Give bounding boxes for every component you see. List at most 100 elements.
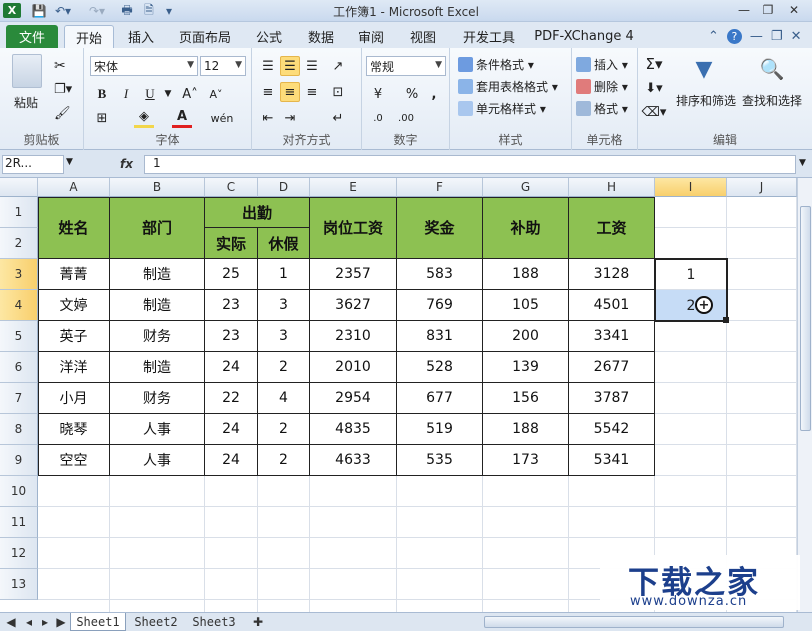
chevron-down-icon[interactable]: ▼: [158, 84, 178, 104]
window-close-icon[interactable]: ✕: [791, 29, 802, 44]
merge-center-icon[interactable]: ⊡: [328, 82, 348, 102]
conditional-format-button[interactable]: 条件格式 ▾: [458, 56, 534, 73]
expand-formula-icon[interactable]: ▼: [799, 158, 806, 168]
wrap-text-icon[interactable]: ↵: [328, 108, 348, 128]
bold-icon[interactable]: B: [92, 84, 112, 104]
tab-data[interactable]: 数据: [300, 25, 342, 48]
paste-icon[interactable]: [12, 54, 42, 88]
cell-styles-button[interactable]: 单元格样式 ▾: [458, 100, 546, 117]
prev-sheet-icon[interactable]: ◂: [22, 613, 36, 631]
column-header-c[interactable]: C: [205, 178, 258, 197]
align-bottom-icon[interactable]: ☰: [302, 56, 322, 76]
column-header-d[interactable]: D: [258, 178, 310, 197]
formula-input[interactable]: 1: [144, 155, 796, 174]
tab-file[interactable]: 文件: [6, 25, 58, 48]
currency-icon[interactable]: ¥: [368, 84, 388, 104]
italic-icon[interactable]: I: [116, 84, 136, 104]
row-header-2[interactable]: 2: [0, 228, 38, 259]
font-size-select[interactable]: 12 ▼: [200, 56, 246, 76]
comma-icon[interactable]: ,: [424, 84, 444, 104]
phonetic-icon[interactable]: wén: [211, 108, 234, 128]
align-right-icon[interactable]: ≡: [302, 82, 322, 102]
delete-button[interactable]: 删除 ▾: [576, 78, 628, 95]
row-header-13[interactable]: 13: [0, 569, 38, 600]
decrease-decimal-icon[interactable]: .00: [396, 108, 416, 128]
tab-developer[interactable]: 开发工具: [456, 25, 522, 48]
border-icon[interactable]: ⊞: [92, 108, 112, 128]
insert-sheet-icon[interactable]: ✚: [248, 613, 268, 631]
decrease-indent-icon[interactable]: ⇤: [258, 108, 278, 128]
tab-review[interactable]: 审阅: [350, 25, 392, 48]
select-all-corner[interactable]: [0, 178, 38, 197]
tab-pdf-xchange[interactable]: PDF-XChange 4: [532, 25, 636, 48]
cell-i4[interactable]: 2: [655, 290, 727, 321]
row-header-11[interactable]: 11: [0, 507, 38, 538]
column-header-b[interactable]: B: [110, 178, 205, 197]
find-select-icon[interactable]: 🔍: [758, 54, 786, 84]
increase-decimal-icon[interactable]: .0: [368, 108, 388, 128]
decrease-font-icon[interactable]: A˅: [206, 84, 226, 104]
row-header-5[interactable]: 5: [0, 321, 38, 352]
align-middle-icon[interactable]: ☰: [280, 56, 300, 76]
find-select-button[interactable]: 查找和选择: [742, 92, 802, 109]
row-header-3[interactable]: 3: [0, 259, 38, 290]
fill-color-icon[interactable]: ◈: [134, 108, 154, 128]
tab-formulas[interactable]: 公式: [248, 25, 290, 48]
close-icon[interactable]: ✕: [782, 1, 806, 19]
cell-i3[interactable]: 1: [655, 259, 727, 290]
first-sheet-icon[interactable]: ◀: [4, 613, 18, 631]
next-sheet-icon[interactable]: ▸: [38, 613, 52, 631]
copy-icon[interactable]: ❐▾: [54, 82, 72, 97]
sheet-tab-sheet3[interactable]: Sheet3: [186, 613, 242, 631]
last-sheet-icon[interactable]: ▶: [54, 613, 68, 631]
column-header-g[interactable]: G: [483, 178, 569, 197]
column-header-j[interactable]: J: [727, 178, 797, 197]
row-header-6[interactable]: 6: [0, 352, 38, 383]
cut-icon[interactable]: ✂: [54, 58, 66, 74]
column-header-i[interactable]: I: [655, 178, 727, 197]
column-header-h[interactable]: H: [569, 178, 655, 197]
font-name-select[interactable]: 宋体 ▼: [90, 56, 198, 76]
tab-view[interactable]: 视图: [402, 25, 444, 48]
paste-button[interactable]: 粘贴: [14, 94, 38, 111]
row-header-9[interactable]: 9: [0, 445, 38, 476]
underline-icon[interactable]: U: [140, 84, 160, 104]
font-color-icon[interactable]: A: [172, 108, 192, 128]
table-format-button[interactable]: 套用表格格式 ▾: [458, 78, 558, 95]
fill-icon[interactable]: ⬇▾: [644, 78, 664, 98]
autosum-icon[interactable]: Σ▾: [644, 54, 664, 74]
restore-icon[interactable]: ❐: [756, 1, 780, 19]
tab-insert[interactable]: 插入: [118, 25, 164, 48]
tab-home[interactable]: 开始: [64, 25, 114, 48]
format-button[interactable]: 格式 ▾: [576, 100, 628, 117]
sheet-tab-sheet1[interactable]: Sheet1: [70, 613, 126, 631]
name-box[interactable]: 2R...: [2, 155, 64, 174]
row-header-8[interactable]: 8: [0, 414, 38, 445]
vertical-scrollbar[interactable]: [797, 178, 812, 612]
minimize-icon[interactable]: —: [732, 1, 756, 19]
row-header-10[interactable]: 10: [0, 476, 38, 507]
sort-filter-icon[interactable]: ▼: [690, 54, 718, 84]
clear-icon[interactable]: ⌫▾: [642, 102, 667, 122]
sort-filter-button[interactable]: 排序和筛选: [676, 92, 736, 109]
vertical-scroll-thumb[interactable]: [800, 206, 811, 431]
number-format-select[interactable]: 常规 ▼: [366, 56, 446, 76]
align-center-icon[interactable]: ≡: [280, 82, 300, 102]
row-header-4[interactable]: 4: [0, 290, 38, 321]
window-minimize-icon[interactable]: —: [750, 29, 763, 44]
chevron-down-icon[interactable]: ▼: [66, 157, 73, 167]
row-header-1[interactable]: 1: [0, 197, 38, 228]
insert-function-icon[interactable]: fx: [120, 157, 133, 171]
increase-indent-icon[interactable]: ⇥: [280, 108, 300, 128]
align-top-icon[interactable]: ☰: [258, 56, 278, 76]
column-header-a[interactable]: A: [38, 178, 110, 197]
align-left-icon[interactable]: ≡: [258, 82, 278, 102]
row-header-7[interactable]: 7: [0, 383, 38, 414]
ribbon-collapse-icon[interactable]: ⌃: [708, 29, 719, 44]
orientation-icon[interactable]: ↗: [328, 56, 348, 76]
help-icon[interactable]: ?: [726, 28, 742, 44]
format-painter-icon[interactable]: 🖌: [54, 106, 71, 121]
percent-icon[interactable]: %: [402, 84, 422, 104]
window-restore-icon[interactable]: ❐: [771, 29, 783, 44]
column-header-f[interactable]: F: [397, 178, 483, 197]
